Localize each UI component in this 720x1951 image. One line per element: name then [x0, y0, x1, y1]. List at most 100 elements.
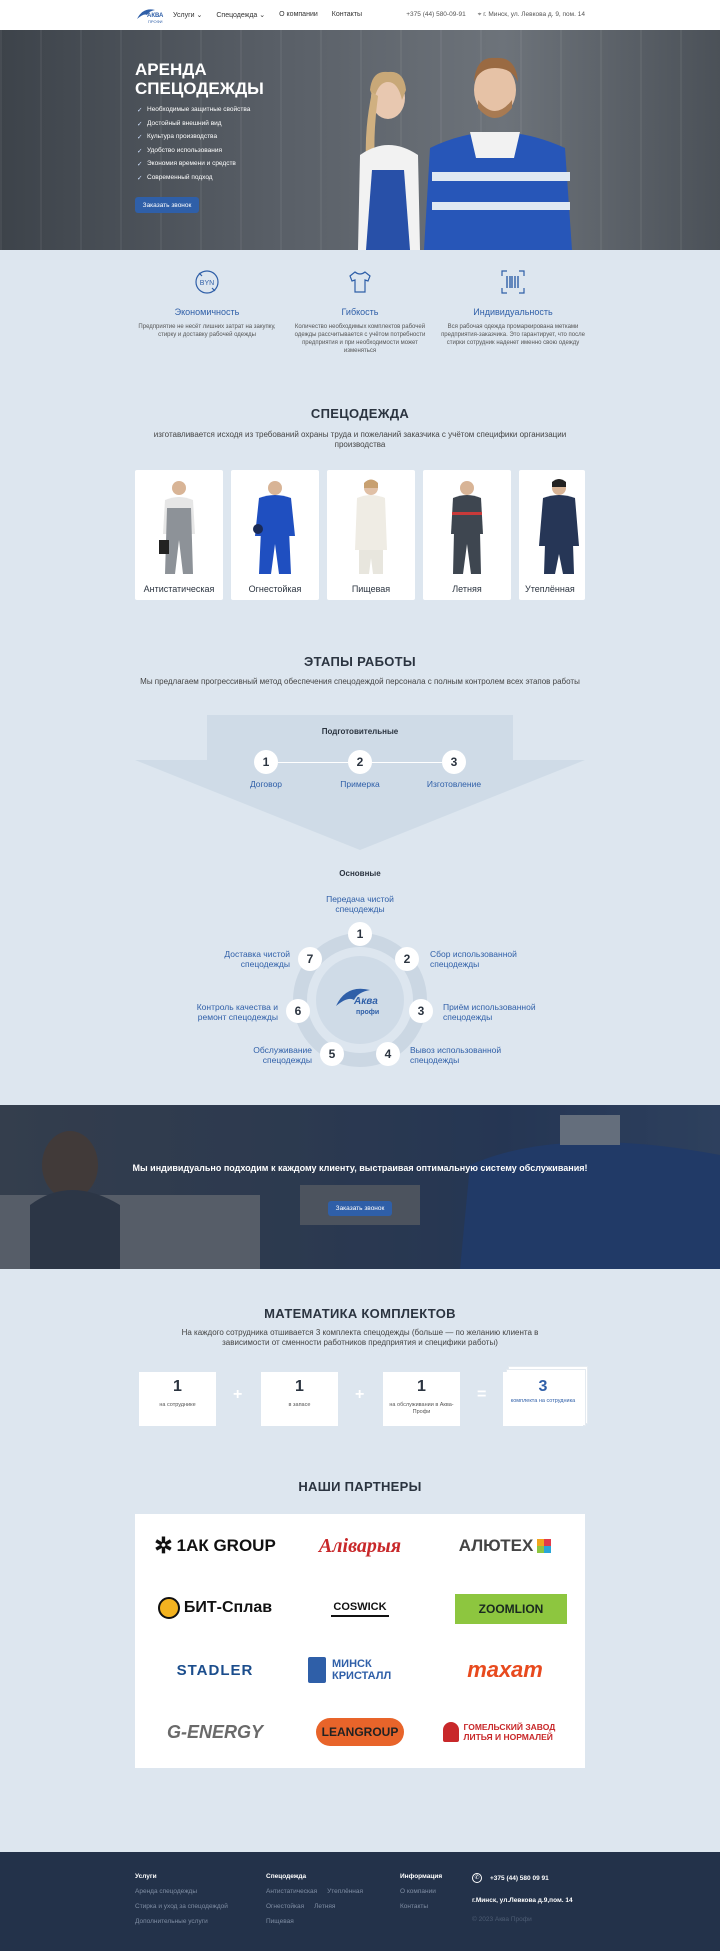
- kit-box-in-service: 1 на обслуживании в Аква-Профи: [383, 1372, 460, 1426]
- partner-logo-bitsplav[interactable]: БИТ-Сплав: [150, 1588, 280, 1628]
- workwear-card-label: Антистатическая: [143, 584, 215, 594]
- kit-box-on-employee: 1 на сотруднике: [139, 1372, 216, 1426]
- plus-sign: +: [355, 1386, 365, 1403]
- hero-benefit: Удобство использования: [137, 147, 250, 161]
- footer-phone-row: ✆ +375 (44) 580 09 91: [472, 1873, 573, 1883]
- header-contacts: +375 (44) 580-09-91 ⌖ г. Минск, ул. Левк…: [406, 11, 585, 19]
- prep-step-number: 2: [348, 750, 372, 774]
- footer-row: Огнестойкая Летняя: [266, 1903, 363, 1918]
- partner-name: COSWICK: [331, 1599, 389, 1617]
- kit-box-total: 3 комплекта на сотрудника: [503, 1372, 583, 1426]
- footer-link[interactable]: Утеплённая: [327, 1888, 363, 1895]
- hero-benefit: Культура производства: [137, 133, 250, 147]
- logo-sub: ПРОФИ: [148, 19, 163, 24]
- footer-info-column: Информация О компании Контакты: [400, 1873, 442, 1918]
- workwear-photo: [253, 481, 295, 574]
- logo[interactable]: АКВА ПРОФИ: [135, 5, 165, 25]
- partner-logo-zoomlion[interactable]: ZOOMLION: [455, 1594, 567, 1624]
- page: АКВА ПРОФИ Услуги ⌄ Спецодежда ⌄ О компа…: [0, 0, 720, 1951]
- partner-logo-coswick[interactable]: COSWICK: [295, 1588, 425, 1628]
- alutech-mark-icon: [537, 1539, 552, 1553]
- main-step-number: 5: [320, 1042, 344, 1066]
- footer-link[interactable]: Огнестойкая: [266, 1903, 304, 1910]
- partners-grid: ✲ 1АК GROUP Алiварыя АЛЮТЕХ БИТ-Сплав CO…: [135, 1514, 585, 1768]
- nav-contacts[interactable]: Контакты: [332, 11, 362, 19]
- kit-caption: на сотруднике: [159, 1402, 196, 1408]
- center-logo-text: Аква: [353, 996, 378, 1007]
- banner-text: Мы индивидуально подходим к каждому клие…: [132, 1163, 588, 1173]
- footer-phone[interactable]: +375 (44) 580 09 91: [490, 1875, 549, 1882]
- main-step-label: Контроль качества и ремонт спецодежды: [196, 1002, 278, 1022]
- feature-text: Вся рабочая одежда промаркирована меткам…: [441, 324, 585, 346]
- partners-section-title: НАШИ ПАРТНЕРЫ: [298, 1479, 422, 1494]
- main-step-label: Доставка чистой спецодежды: [224, 949, 290, 969]
- barcode-icon: [501, 270, 525, 294]
- footer-link[interactable]: Контакты: [400, 1903, 442, 1910]
- footer-link[interactable]: Аренда спецодежды: [135, 1888, 228, 1895]
- footer-link[interactable]: Летняя: [314, 1903, 335, 1910]
- partner-name: АЛЮТЕХ: [458, 1536, 534, 1555]
- kit-caption: в запасе: [288, 1402, 311, 1408]
- feature-individuality: Индивидуальность Вся рабочая одежда пром…: [433, 268, 593, 347]
- main-nav: Услуги ⌄ Спецодежда ⌄ О компании Контакт…: [173, 11, 362, 19]
- footer-column-title: Спецодежда: [266, 1873, 307, 1880]
- footer-link[interactable]: Стирка и уход за спецодеждой: [135, 1903, 228, 1910]
- partner-logo-g-energy[interactable]: G-ENERGY: [150, 1712, 280, 1752]
- main-step-number: 3: [409, 999, 433, 1023]
- footer-link[interactable]: Антистатическая: [266, 1888, 317, 1895]
- partner-logo-alivaria[interactable]: Алiварыя: [295, 1526, 425, 1566]
- hero-benefit: Современный подход: [137, 174, 250, 188]
- workwear-card-antistatic[interactable]: Антистатическая: [135, 470, 223, 600]
- partner-logo-leangroup[interactable]: LEANGROUP: [295, 1712, 425, 1752]
- workwear-card-label: Пищевая: [351, 584, 391, 594]
- partner-logo-gomel-plant[interactable]: ГОМЕЛЬСКИЙ ЗАВОД ЛИТЬЯ И НОРМАЛЕЙ: [440, 1712, 570, 1752]
- header-phone[interactable]: +375 (44) 580-09-91: [406, 11, 465, 19]
- partner-logo-taxat[interactable]: тахат: [440, 1650, 570, 1690]
- partner-logo-alutech[interactable]: АЛЮТЕХ: [440, 1526, 570, 1566]
- nav-services[interactable]: Услуги ⌄: [173, 11, 202, 19]
- footer-address: г.Минск, ул.Левкова д.9,пом. 14: [472, 1897, 573, 1904]
- workwear-card-label: Огнестойкая: [248, 584, 302, 594]
- footer-link[interactable]: Пищевая: [266, 1918, 363, 1925]
- partner-name: тахат: [467, 1657, 543, 1682]
- main-step-number: 2: [395, 947, 419, 971]
- dolphin-logo-icon: АКВА ПРОФИ: [137, 9, 164, 24]
- partner-logo-minsk-kristall[interactable]: МИНСК КРИСТАЛЛ: [295, 1650, 425, 1690]
- prep-step-number: 1: [254, 750, 278, 774]
- nav-workwear[interactable]: Спецодежда ⌄: [216, 11, 265, 19]
- address-text: г. Минск, ул. Левкова д. 9, пом. 14: [483, 11, 585, 18]
- workwear-card-summer[interactable]: Летняя: [423, 470, 511, 600]
- service-banner: Мы индивидуально подходим к каждому клие…: [0, 1105, 720, 1269]
- footer: Услуги Аренда спецодежды Стирка и уход з…: [0, 1852, 720, 1951]
- workwear-section-subtitle: изготавливается исходя из требований охр…: [153, 430, 567, 449]
- partner-logo-1ak[interactable]: ✲ 1АК GROUP: [150, 1526, 280, 1566]
- partner-logo-stadler[interactable]: STADLER: [150, 1650, 280, 1690]
- workwear-card-label: Летняя: [452, 584, 482, 594]
- svg-text:BYN: BYN: [200, 280, 214, 287]
- main-step-label: Обслуживание спецодежды: [253, 1045, 312, 1065]
- footer-link[interactable]: О компании: [400, 1888, 442, 1895]
- partner-name: МИНСК КРИСТАЛЛ: [332, 1658, 392, 1682]
- hero-title: АРЕНДА СПЕЦОДЕЖДЫ: [135, 60, 264, 98]
- order-call-button[interactable]: Заказать звонок: [135, 197, 199, 213]
- center-logo: Аква профи: [330, 978, 390, 1022]
- banner-overlay: [0, 1105, 720, 1269]
- stages-section-title: ЭТАПЫ РАБОТЫ: [304, 654, 416, 669]
- chevron-down-icon: ⌄: [196, 12, 203, 19]
- kit-caption: на обслуживании в Аква-Профи: [389, 1402, 454, 1415]
- equals-sign: =: [477, 1386, 487, 1403]
- byn-coin-icon: BYN: [195, 270, 219, 294]
- workwear-card-fireproof[interactable]: Огнестойкая: [231, 470, 319, 600]
- partner-name: Алiварыя: [318, 1534, 402, 1557]
- header-address: ⌖ г. Минск, ул. Левкова д. 9, пом. 14: [478, 11, 585, 19]
- feature-flexibility: Гибкость Количество необходимых комплект…: [280, 268, 440, 355]
- workwear-card-insulated[interactable]: Утеплённая: [519, 470, 585, 600]
- kit-count: 1: [173, 1378, 182, 1395]
- gomel-mark-icon: [442, 1722, 459, 1742]
- workwear-card-food[interactable]: Пищевая: [327, 470, 415, 600]
- footer-link[interactable]: Дополнительные услуги: [135, 1918, 228, 1925]
- hero-benefit: Достойный внешний вид: [137, 120, 250, 134]
- nav-about[interactable]: О компании: [279, 11, 318, 19]
- main-step-number: 6: [286, 999, 310, 1023]
- banner-order-call-button[interactable]: Заказать звонок: [328, 1201, 392, 1216]
